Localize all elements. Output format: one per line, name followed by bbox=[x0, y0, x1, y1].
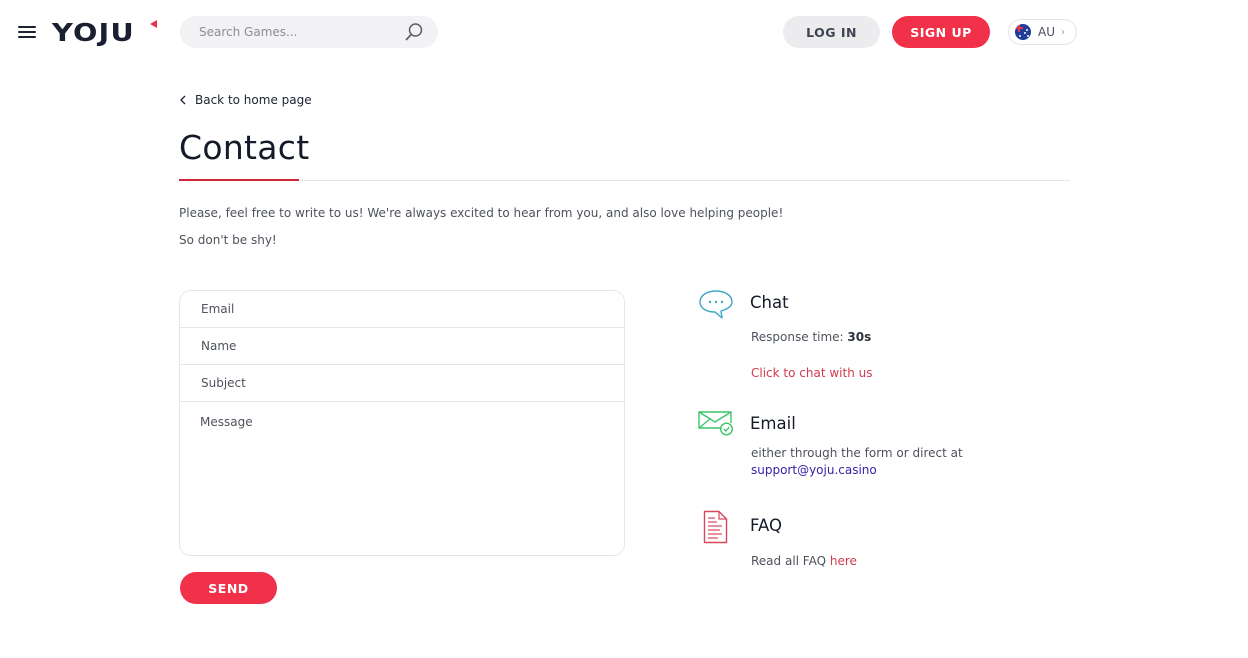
log-in-button[interactable]: LOG IN bbox=[783, 16, 880, 48]
support-email-link[interactable]: support@yoju.casino bbox=[751, 463, 877, 477]
search-icon[interactable] bbox=[404, 22, 424, 42]
language-code: AU bbox=[1038, 25, 1055, 39]
faq-text: Read all FAQ bbox=[751, 554, 830, 568]
chat-bubble-icon bbox=[699, 290, 733, 319]
email-field[interactable] bbox=[180, 291, 624, 328]
response-time-label: Response time: bbox=[751, 330, 848, 344]
document-icon bbox=[703, 510, 728, 544]
contact-form bbox=[179, 290, 625, 556]
faq-description: Read all FAQ here bbox=[751, 554, 857, 568]
message-field[interactable] bbox=[180, 402, 624, 555]
hamburger-menu-icon[interactable] bbox=[18, 26, 36, 40]
search-bar bbox=[180, 16, 438, 48]
logo[interactable]: YOJU bbox=[52, 18, 157, 47]
chevron-left-icon bbox=[180, 95, 186, 105]
chat-title: Chat bbox=[750, 293, 789, 312]
subject-field[interactable] bbox=[180, 365, 624, 402]
faq-title: FAQ bbox=[750, 516, 782, 535]
sign-up-button[interactable]: SIGN UP bbox=[892, 16, 990, 48]
intro-text: Please, feel free to write to us! We're … bbox=[179, 206, 784, 220]
page-title: Contact bbox=[179, 128, 310, 167]
name-field[interactable] bbox=[180, 328, 624, 365]
logo-text: YOJU bbox=[52, 18, 135, 47]
envelope-check-icon bbox=[698, 411, 734, 436]
response-time-value: 30s bbox=[847, 330, 872, 344]
chevron-right-icon: › bbox=[1061, 26, 1065, 38]
intro-subtext: So don't be shy! bbox=[179, 233, 277, 247]
email-title: Email bbox=[750, 414, 796, 433]
chat-link[interactable]: Click to chat with us bbox=[751, 366, 872, 380]
title-divider bbox=[179, 180, 1070, 181]
back-to-home-link[interactable]: Back to home page bbox=[179, 93, 312, 107]
logo-mark-icon bbox=[150, 20, 157, 28]
faq-link[interactable]: here bbox=[830, 554, 857, 568]
australia-flag-icon bbox=[1015, 24, 1031, 40]
back-link-label: Back to home page bbox=[195, 93, 312, 107]
search-input[interactable] bbox=[199, 25, 404, 39]
language-selector[interactable]: AU › bbox=[1008, 19, 1077, 45]
send-button[interactable]: SEND bbox=[180, 572, 277, 604]
email-description: either through the form or direct at bbox=[751, 446, 963, 460]
title-underline bbox=[179, 179, 299, 181]
chat-response-time: Response time: 30s bbox=[751, 330, 871, 344]
